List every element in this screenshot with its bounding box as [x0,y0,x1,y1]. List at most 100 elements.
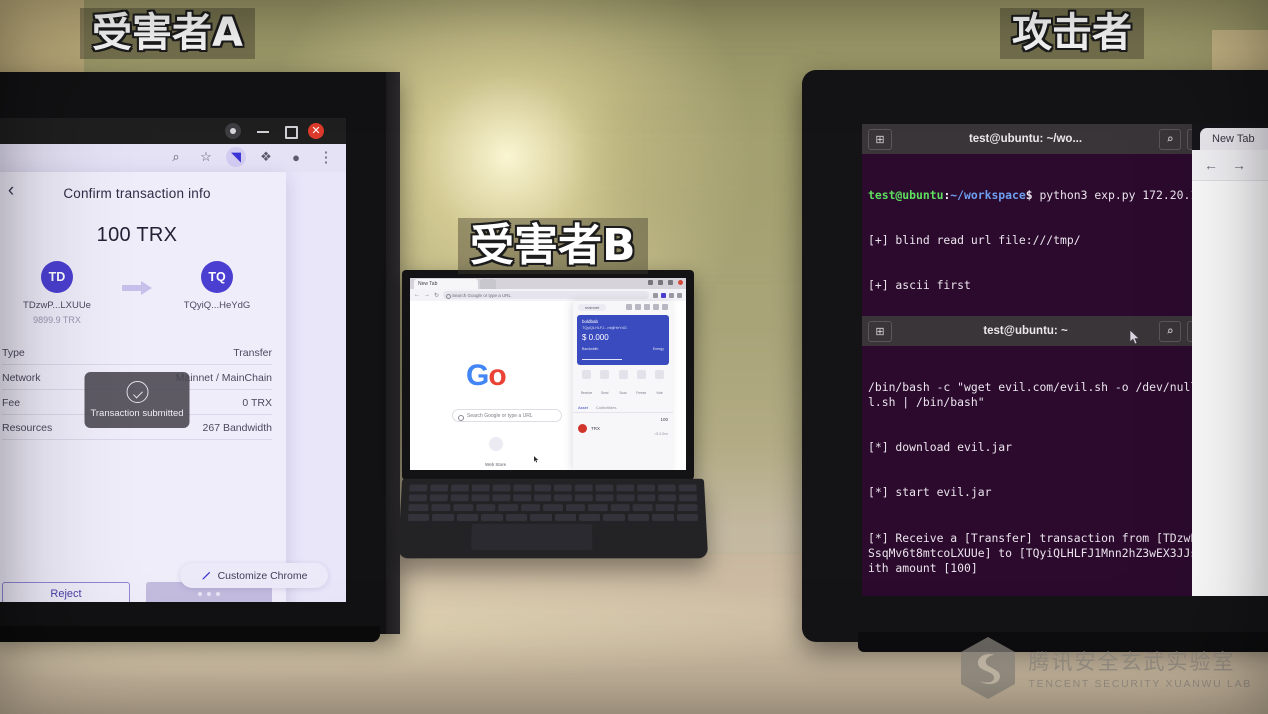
zoom-icon[interactable]: ⌕ [166,147,186,167]
grid-icon[interactable] [635,304,641,310]
terminal-title: test@ubuntu: ~ [983,325,1068,337]
terminal-title: test@ubuntu: ~/wo... [968,133,1083,145]
wallet-tabs: Asset Collectibles [573,402,673,413]
gear-icon[interactable] [662,304,668,310]
asset-row[interactable]: TRX 100 ≈$ 5.5en [573,413,673,444]
tablet-keyboard[interactable] [397,478,709,559]
tab-asset[interactable]: Asset [578,405,588,410]
web-store-shortcut[interactable]: Web Store [485,437,506,470]
receive-icon [582,370,591,379]
new-terminal-tab-icon[interactable]: ⊞ [868,320,892,342]
extensions-puzzle-icon[interactable]: ❖ [256,147,276,167]
overflow-menu-icon[interactable]: ⋮ [316,147,336,167]
watermark-text: 腾讯安全玄武实验室 TENCENT SECURITY XUANWU LAB [1029,646,1252,690]
reject-button[interactable]: Reject [2,582,130,602]
browser-toolbar: ⌕ ☆ ◥ ❖ ● ⋮ [0,144,346,172]
keyboard-keys [407,484,699,521]
close-glyph: ✕ [311,125,321,137]
list-icon[interactable] [626,304,632,310]
toast-text: Transaction submitted [90,408,184,419]
action-scan[interactable]: Scan [615,370,632,399]
detail-label: Network [2,371,41,384]
watermark-en: TENCENT SECURITY XUANWU LAB [1028,678,1252,690]
bookmark-star-icon[interactable] [653,292,658,298]
forward-arrow-icon[interactable]: → [424,292,430,298]
victim-a-laptop: ✕ ⌕ ☆ ◥ ❖ ● ⋮ e ‹ Confirm transaction in [0,72,400,642]
detail-value: 0 TRX [242,396,272,409]
settings-gear-icon[interactable] [648,280,653,285]
to-address: TQyiQ...HeYdG [183,300,251,311]
mini-tab-new-tab[interactable]: New Tab [414,279,478,289]
back-arrow-icon[interactable]: ← [1204,157,1218,173]
reload-icon[interactable]: ↻ [434,292,439,299]
attacker-browser-window: New Tab ← → [1192,124,1268,596]
new-terminal-tab-icon[interactable]: ⊞ [868,128,892,150]
search-icon[interactable]: ⌕ [1159,128,1181,150]
from-avatar: TD [41,261,73,293]
action-vote[interactable]: Vote [651,370,668,399]
laptop-base [0,626,380,642]
detail-value: Transfer [233,346,272,359]
wallet-balance-card: boldbab TQyiQLHLFJ...mbjiHeYdG $ 0.000 B… [577,315,669,365]
action-receive[interactable]: Receive [578,370,595,399]
victim-a-screen: ✕ ⌕ ☆ ◥ ❖ ● ⋮ e ‹ Confirm transaction in [0,118,346,602]
detail-value: 267 Bandwidth [202,421,272,434]
mini-tab-second[interactable] [480,279,496,289]
network-selector[interactable]: mainnet [578,303,607,311]
popup-header: ‹ Confirm transaction info [0,172,286,214]
prompt-symbol: $ [1025,188,1033,203]
minimize-icon[interactable] [658,280,663,285]
lock-icon[interactable] [644,304,650,310]
close-icon[interactable]: ✕ [308,123,324,139]
attacker-laptop: ⊞ test@ubuntu: ~/wo... ⌕ ☰ – □ ✕ test@ub… [802,70,1268,652]
tab-collectibles[interactable]: Collectibles [596,405,616,410]
wallet-extension-icon[interactable]: ◥ [226,147,246,167]
back-chevron-icon[interactable]: ‹ [0,181,22,203]
profile-avatar-icon[interactable] [677,292,682,298]
profile-avatar-icon[interactable]: ● [286,147,306,167]
mini-tabstrip: New Tab [410,278,686,289]
hexagon-s-logo-icon [960,637,1015,699]
detail-row: Type Transfer [2,341,272,365]
web-store-icon [488,437,503,451]
to-account: TQ TQyiQ...HeYdG [162,261,272,311]
status-toast: Transaction submitted [84,372,190,428]
wallet-confirm-popup: ‹ Confirm transaction info 100 TRX TD TD… [0,172,286,602]
customize-chrome-button[interactable]: Customize Chrome [180,563,328,588]
minimize-icon[interactable] [255,123,271,139]
action-freeze[interactable]: Freeze [633,370,650,399]
from-address: TDzwP...LXUUe [23,300,91,311]
mini-omnibox-input[interactable]: Search Google or type a URL [443,291,649,299]
maximize-icon[interactable] [282,123,298,139]
search-icon[interactable]: ⌕ [1159,320,1181,342]
tab-new-tab[interactable]: New Tab [1200,128,1268,150]
asset-name: TRX [591,426,600,431]
wallet-extension-icon[interactable] [661,292,666,298]
wallet-panel-header: mainnet [573,301,673,313]
maximize-icon[interactable] [668,280,673,285]
back-arrow-icon[interactable]: ← [414,292,420,298]
asset-amount: 100 [660,417,668,422]
bookmark-star-icon[interactable]: ☆ [196,147,216,167]
extensions-puzzle-icon[interactable] [669,292,674,298]
mini-page-body: Go Search Google or type a URL Web Store… [410,301,686,470]
google-search-box[interactable]: Search Google or type a URL [452,409,562,422]
screenshot-scene: ✕ ⌕ ☆ ◥ ❖ ● ⋮ e ‹ Confirm transaction in [0,0,1268,714]
bell-icon[interactable] [653,304,659,310]
action-send[interactable]: Send [596,370,613,399]
record-dot-icon[interactable] [225,123,241,139]
asset-fiat: ≈$ 5.5en [654,432,668,436]
forward-arrow-icon[interactable]: → [1232,157,1246,173]
close-icon[interactable] [678,280,683,285]
account-name: boldbab [582,319,599,324]
wallet-action-row: Receive Send Scan Freeze Vote [573,367,673,402]
trackpad[interactable] [471,523,593,551]
victim-b-screen: New Tab ← → ↻ Search Google or type a UR… [410,278,686,470]
prompt-path: ~/workspace [950,188,1026,203]
resources-row: Bandwidth Energy [582,347,664,351]
account-address: TQyiQLHLFJ...mbjiHeYdG [582,326,627,330]
check-circle-icon [126,381,148,403]
transaction-amount: 100 TRX [96,224,178,246]
vote-icon [655,370,664,379]
transfer-arrow-icon [122,281,152,295]
